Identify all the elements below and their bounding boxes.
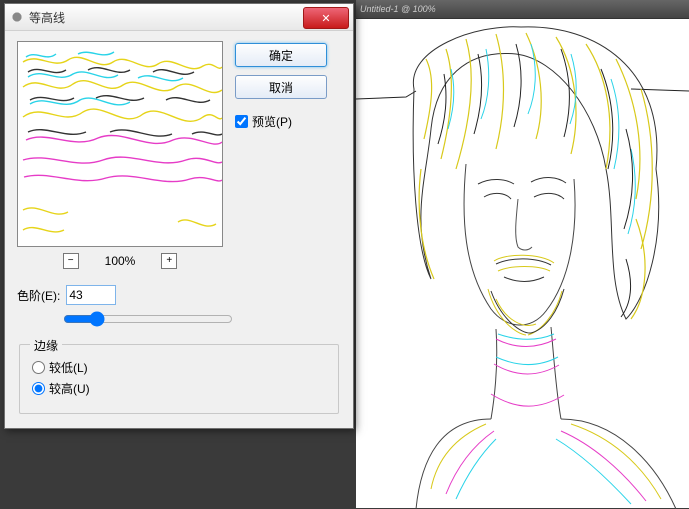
close-button[interactable]: ✕: [303, 7, 349, 29]
trace-contour-dialog: 等高线 ✕: [4, 3, 354, 429]
app-icon: [9, 9, 25, 25]
document-header: Untitled-1 @ 100%: [356, 0, 689, 19]
document-canvas[interactable]: [356, 19, 689, 509]
ok-label: 确定: [269, 47, 293, 64]
titlebar[interactable]: 等高线 ✕: [5, 4, 353, 31]
preview-checkbox-label: 预览(P): [252, 113, 292, 130]
preview-checkbox-row[interactable]: 预览(P): [235, 113, 327, 130]
cancel-label: 取消: [269, 79, 293, 96]
portrait-trace: [356, 19, 689, 509]
level-input[interactable]: [66, 285, 116, 305]
zoom-level: 100%: [105, 254, 136, 268]
edge-high-row[interactable]: 较高(U): [32, 380, 326, 397]
edge-low-row[interactable]: 较低(L): [32, 359, 326, 376]
preview-checkbox[interactable]: [235, 115, 248, 128]
level-label: 色阶(E):: [17, 287, 60, 304]
edge-low-radio[interactable]: [32, 361, 45, 374]
edge-group-title: 边缘: [30, 337, 62, 354]
close-icon: ✕: [321, 12, 330, 25]
edge-high-radio[interactable]: [32, 382, 45, 395]
document-window: Untitled-1 @ 100%: [356, 0, 689, 508]
dialog-title: 等高线: [29, 9, 303, 26]
preview-trace: [18, 42, 222, 246]
plus-icon: +: [166, 256, 172, 266]
edge-group: 边缘 较低(L) 较高(U): [19, 344, 339, 414]
minus-icon: −: [68, 256, 74, 266]
edge-low-label: 较低(L): [49, 359, 88, 376]
cancel-button[interactable]: 取消: [235, 75, 327, 99]
level-slider[interactable]: [63, 311, 233, 327]
edge-high-label: 较高(U): [49, 380, 90, 397]
zoom-in-button[interactable]: +: [161, 253, 177, 269]
zoom-out-button[interactable]: −: [63, 253, 79, 269]
preview-pane[interactable]: [17, 41, 223, 247]
ok-button[interactable]: 确定: [235, 43, 327, 67]
